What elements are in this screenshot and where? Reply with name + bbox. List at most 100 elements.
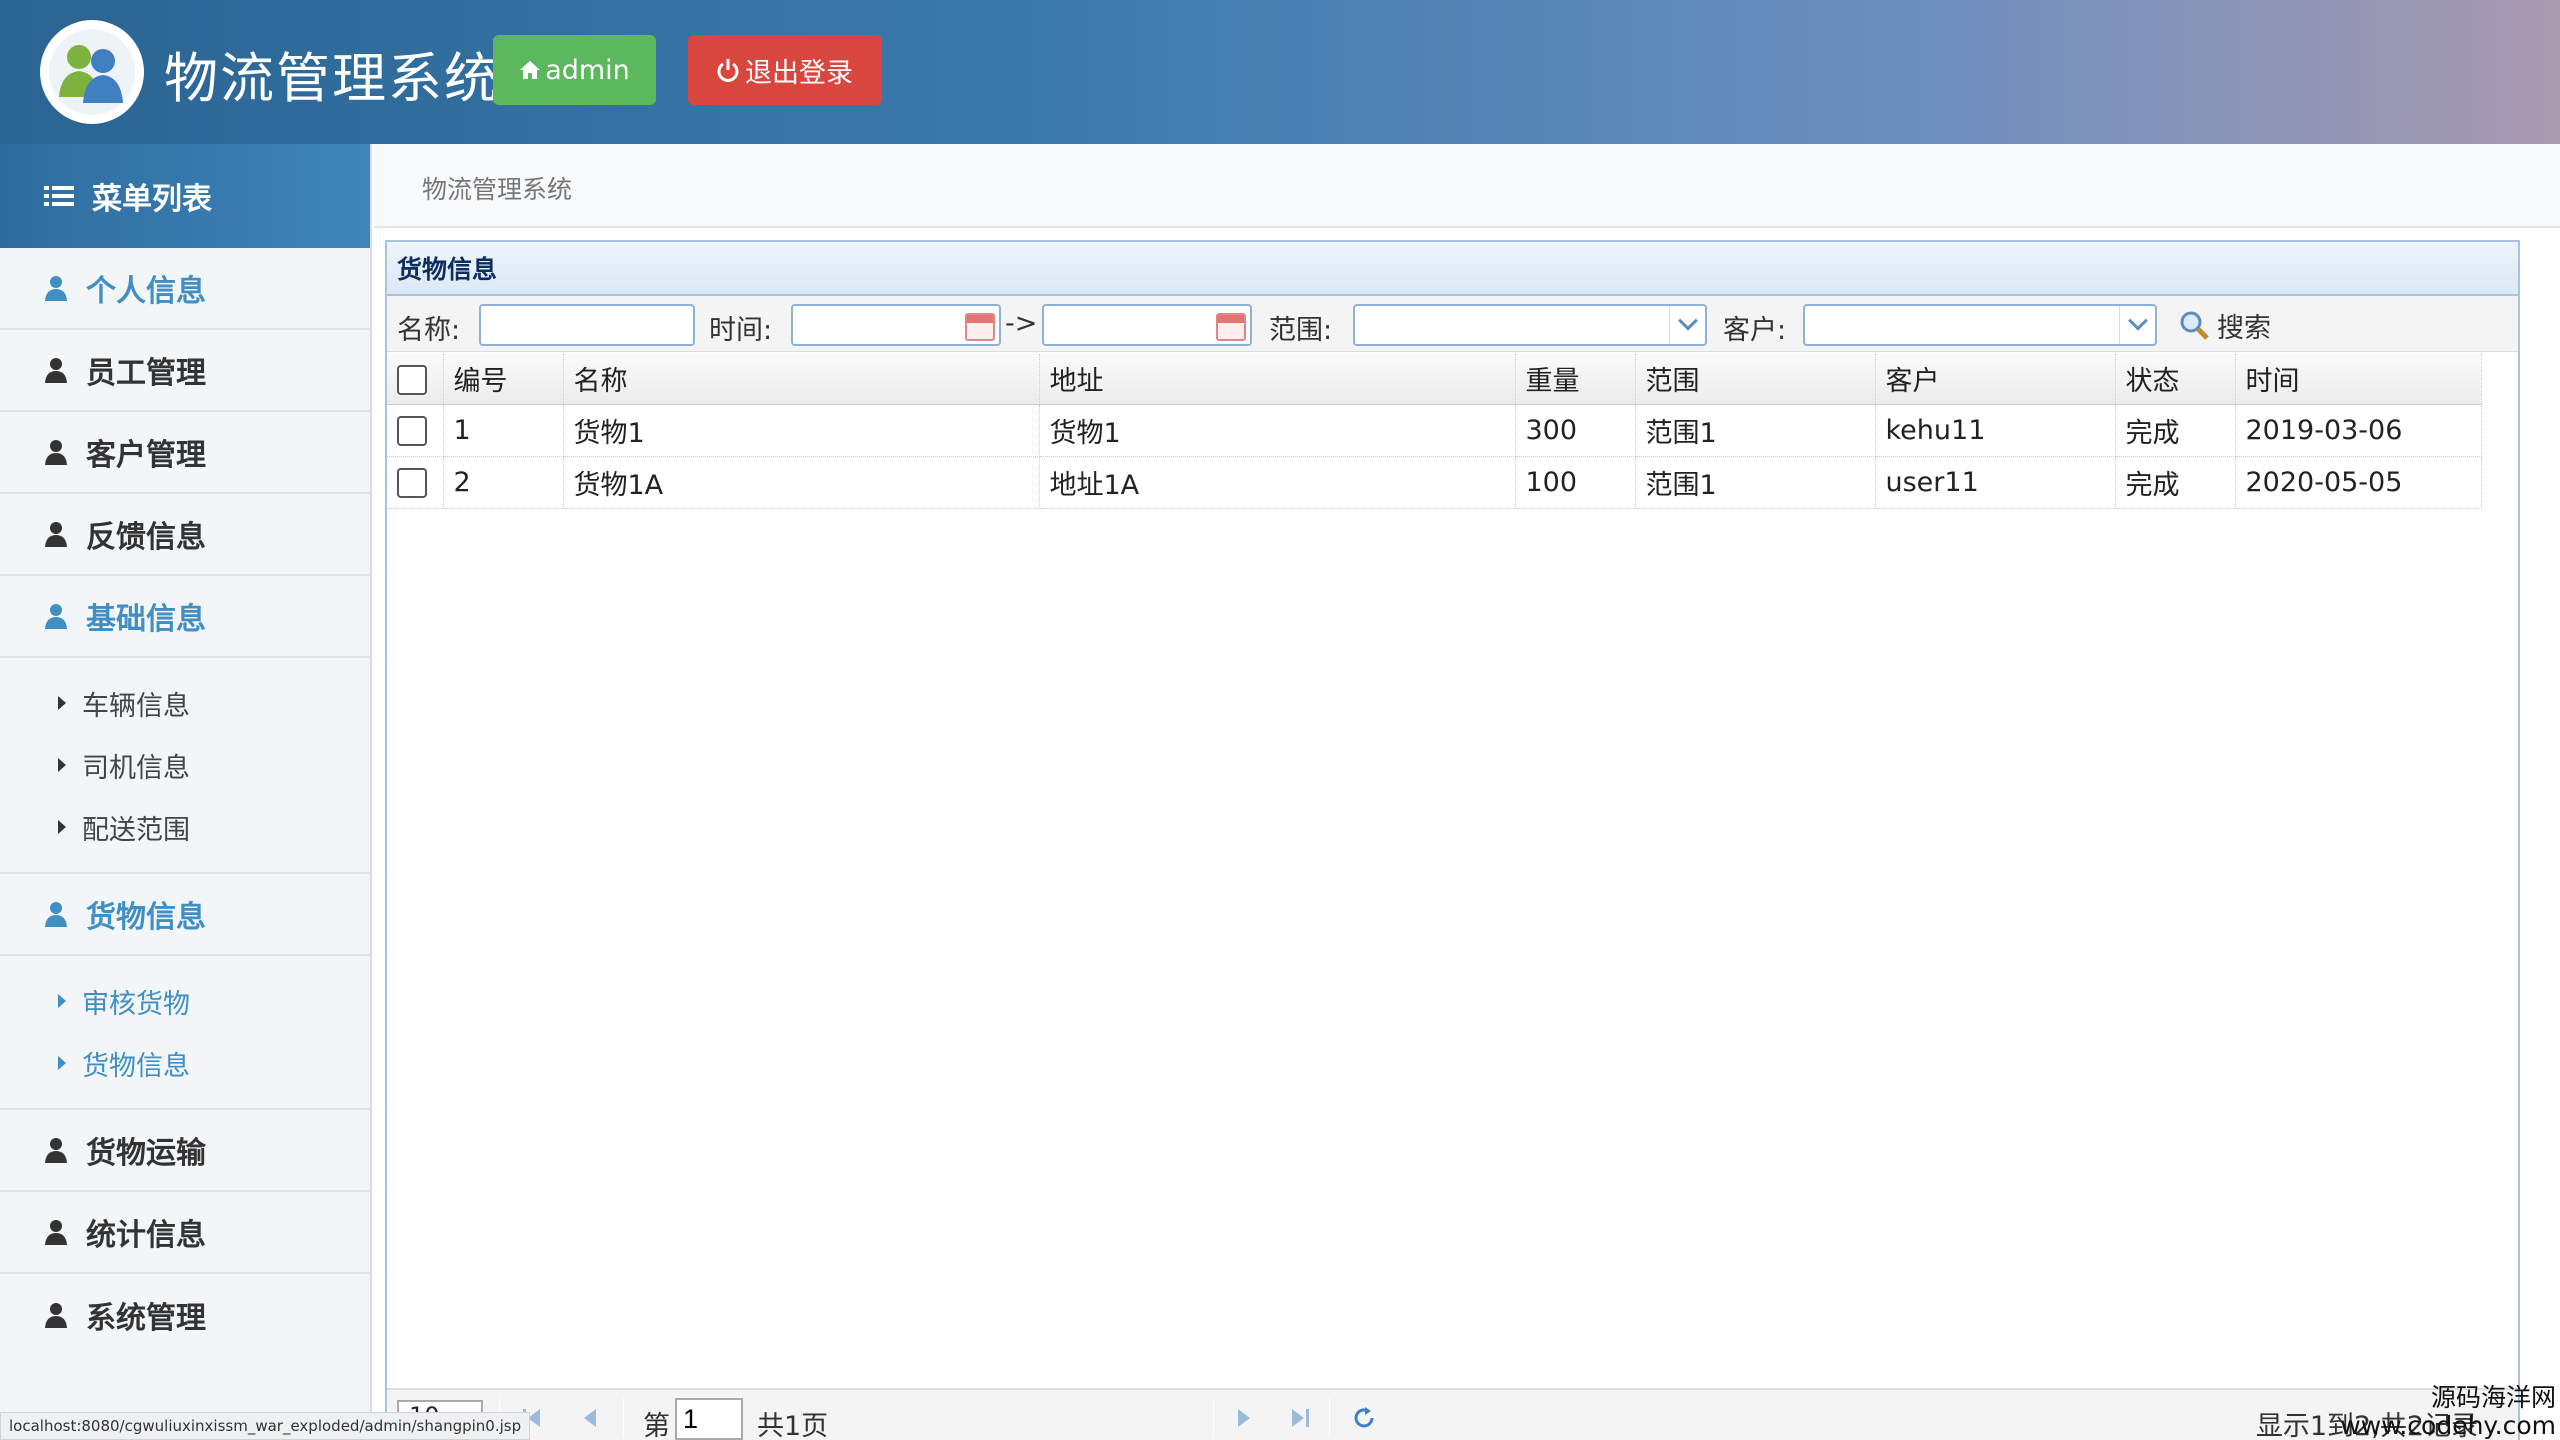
logout-button[interactable]: 退出登录	[688, 35, 882, 105]
top-header: 物流管理系统 admin 退出登录	[0, 0, 2560, 144]
sidebar-item-label: 统计信息	[86, 1218, 206, 1253]
sidebar-item-personal-info[interactable]: 个人信息	[0, 248, 370, 330]
column-header[interactable]: 地址	[1039, 354, 1516, 405]
name-filter-input[interactable]	[479, 304, 695, 346]
table-cell: 地址1A	[1039, 456, 1516, 509]
sidebar: 菜单列表 个人信息 员工管理 客户管理 反馈信息 基础信息 车辆信息 司机信息 …	[0, 144, 372, 1440]
caret-right-icon	[58, 758, 66, 772]
total-pages-text: 共1页	[757, 1411, 829, 1440]
time-from-input[interactable]	[791, 304, 1001, 346]
caret-right-icon	[58, 1056, 66, 1070]
table-cell: 完成	[2115, 404, 2236, 457]
column-header[interactable]: 名称	[563, 354, 1040, 405]
list-icon	[44, 186, 74, 206]
sidebar-subitem-label: 司机信息	[82, 752, 190, 784]
customer-select[interactable]	[1803, 304, 2157, 346]
submenu-basic-info: 车辆信息 司机信息 配送范围	[0, 658, 370, 874]
goods-panel: 货物信息 名称: 时间: -> 范围: 客户: 搜索 编号 名称 地址 重量 范…	[385, 240, 2520, 1440]
time-range-separator: ->	[1005, 308, 1038, 339]
column-header[interactable]: 编号	[443, 354, 564, 405]
row-checkbox[interactable]	[397, 415, 427, 446]
admin-button[interactable]: admin	[493, 35, 656, 105]
sidebar-item-statistics[interactable]: 统计信息	[0, 1192, 370, 1274]
user-icon	[45, 522, 67, 547]
column-header[interactable]: 时间	[2235, 354, 2482, 405]
sidebar-subitem-label: 车辆信息	[82, 690, 190, 722]
refresh-icon[interactable]	[1349, 1402, 1379, 1434]
sidebar-item-customers[interactable]: 客户管理	[0, 412, 370, 494]
table-cell: 完成	[2115, 456, 2236, 509]
pager-divider	[1213, 1398, 1214, 1438]
sidebar-subitem-delivery-range[interactable]: 配送范围	[0, 796, 370, 858]
sidebar-subitem-drivers[interactable]: 司机信息	[0, 734, 370, 796]
column-header[interactable]: 范围	[1635, 354, 1876, 405]
sidebar-item-label: 基础信息	[86, 602, 206, 637]
select-all-checkbox[interactable]	[397, 364, 427, 395]
page-prefix: 第	[643, 1411, 670, 1440]
watermark-line: www.codehy.com	[2340, 1410, 2556, 1440]
sidebar-item-staff[interactable]: 员工管理	[0, 330, 370, 412]
sidebar-heading-label: 菜单列表	[92, 182, 212, 217]
table-row[interactable]: 2 货物1A 地址1A 100 范围1 user11 完成 2020-05-05	[387, 456, 2482, 509]
table-row[interactable]: 1 货物1 货物1 300 范围1 kehu11 完成 2019-03-06	[387, 404, 2482, 457]
user-icon	[45, 604, 67, 629]
range-filter-label: 范围:	[1269, 315, 1333, 346]
table-cell: 2	[443, 456, 564, 509]
table-cell: 2020-05-05	[2235, 456, 2482, 509]
home-icon	[520, 61, 541, 79]
chevron-down-icon[interactable]	[1669, 306, 1705, 344]
table-cell: 100	[1515, 456, 1636, 509]
next-page-icon[interactable]	[1229, 1402, 1259, 1434]
table-cell: 货物1A	[563, 456, 1040, 509]
sidebar-subitem-vehicles[interactable]: 车辆信息	[0, 672, 370, 734]
sidebar-item-label: 反馈信息	[86, 520, 206, 555]
sidebar-subitem-goods-info[interactable]: 货物信息	[0, 1032, 370, 1094]
sidebar-subitem-review-goods[interactable]: 审核货物	[0, 970, 370, 1032]
column-header[interactable]: 客户	[1875, 354, 2116, 405]
breadcrumb: 物流管理系统	[422, 175, 573, 204]
range-select[interactable]	[1353, 304, 1707, 346]
user-icon	[45, 276, 67, 301]
sidebar-item-label: 货物信息	[86, 900, 206, 935]
time-to-input[interactable]	[1042, 304, 1252, 346]
pager-divider	[1329, 1398, 1330, 1438]
prev-page-icon[interactable]	[575, 1402, 605, 1434]
search-button[interactable]: 搜索	[2179, 304, 2271, 346]
sidebar-item-basic-info[interactable]: 基础信息	[0, 576, 370, 658]
logout-label: 退出登录	[745, 57, 853, 89]
table-cell: 范围1	[1635, 404, 1876, 457]
sidebar-item-label: 客户管理	[86, 438, 206, 473]
user-icon	[45, 1220, 67, 1245]
caret-right-icon	[58, 994, 66, 1008]
table-cell: 1	[443, 404, 564, 457]
watermark-line: 源码海洋网	[2430, 1383, 2556, 1412]
sidebar-item-goods-info[interactable]: 货物信息	[0, 874, 370, 956]
sidebar-item-label: 货物运输	[86, 1136, 206, 1171]
sidebar-item-transport[interactable]: 货物运输	[0, 1110, 370, 1192]
submenu-goods-info: 审核货物 货物信息	[0, 956, 370, 1110]
column-header[interactable]: 重量	[1515, 354, 1636, 405]
table-cell: 货物1	[563, 404, 1040, 457]
filter-toolbar: 名称: 时间: -> 范围: 客户: 搜索	[387, 296, 2518, 352]
column-header[interactable]: 状态	[2115, 354, 2236, 405]
row-select-cell	[387, 404, 444, 457]
sidebar-heading: 菜单列表	[0, 144, 370, 248]
sidebar-item-label: 员工管理	[86, 356, 206, 391]
page-number-input[interactable]	[675, 1398, 743, 1440]
table-header-row: 编号 名称 地址 重量 范围 客户 状态 时间	[387, 354, 2482, 405]
sidebar-item-system[interactable]: 系统管理	[0, 1274, 370, 1356]
users-logo-icon	[40, 20, 144, 124]
chevron-down-icon[interactable]	[2119, 306, 2155, 344]
row-select-cell	[387, 456, 444, 509]
last-page-icon[interactable]	[1285, 1402, 1315, 1434]
pagination-bar: 10 第 共1页 显示1到2,共2记录	[387, 1388, 2518, 1440]
sidebar-item-feedback[interactable]: 反馈信息	[0, 494, 370, 576]
breadcrumb-bar: 物流管理系统	[374, 144, 2560, 228]
calendar-icon[interactable]	[1216, 313, 1246, 341]
sidebar-item-label: 系统管理	[86, 1301, 206, 1336]
admin-label: admin	[545, 54, 630, 86]
calendar-icon[interactable]	[965, 313, 995, 341]
name-filter-label: 名称:	[397, 315, 461, 346]
row-checkbox[interactable]	[397, 467, 427, 498]
app-title: 物流管理系统	[164, 47, 500, 110]
